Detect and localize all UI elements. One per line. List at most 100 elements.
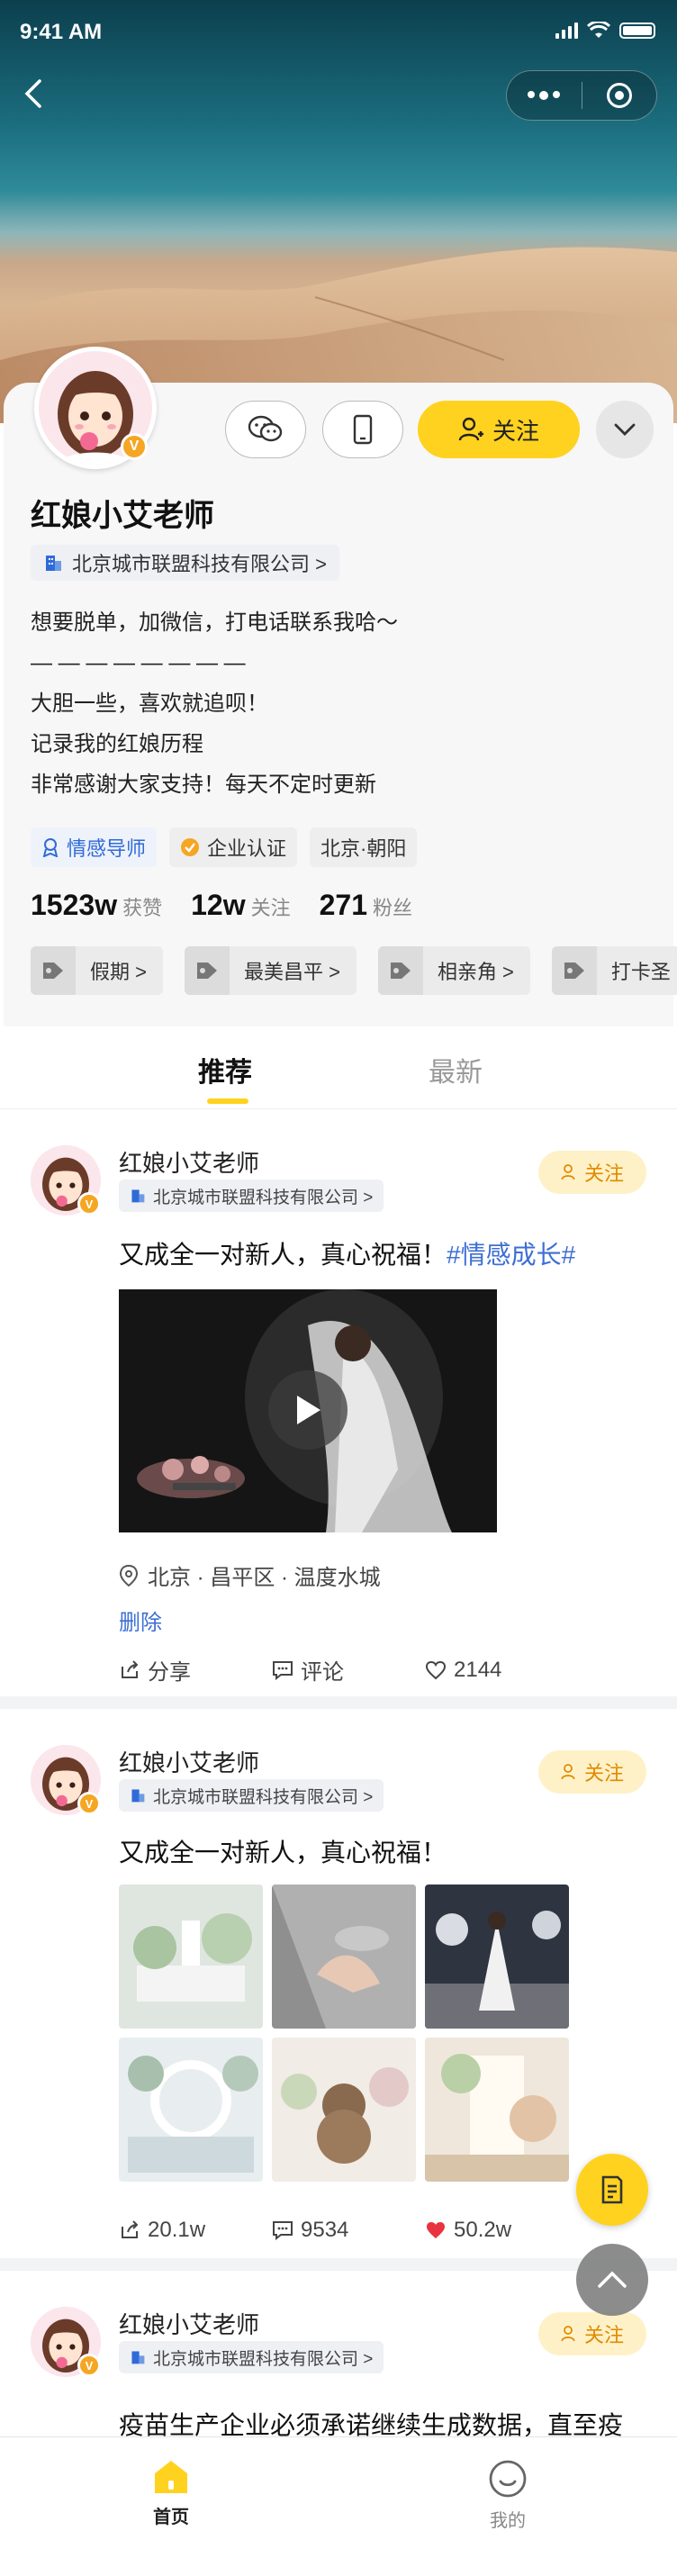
post-text: 又成全一对新人，真心祝福！ [119,1839,447,1866]
more-dropdown-button[interactable] [596,401,654,458]
tag-icon [551,946,597,995]
nav-mine[interactable]: 我的 [454,2459,562,2532]
phone-icon [353,414,373,445]
follow-button[interactable]: 关注 [538,2312,646,2355]
topic-item[interactable]: 最美昌平 > [184,946,357,995]
wedding-photo[interactable] [272,2038,416,2182]
play-icon[interactable] [268,1370,348,1450]
profile-stats: 1523w 获赞 12w 关注 271 粉丝 [31,889,412,922]
building-icon [46,556,61,571]
author-name[interactable]: 红娘小艾老师 [119,1745,259,1778]
tag-icon [377,946,423,995]
comment-icon [273,2221,293,2240]
document-edit-icon [601,2175,623,2204]
home-icon [155,2461,187,2493]
post-actions: 分享 评论 2144 [119,1654,501,1686]
verified-badge-icon: V [121,433,148,460]
post-divider [0,2258,677,2271]
wechat-button[interactable] [225,401,306,458]
follow-button[interactable]: 关注 [538,1750,646,1794]
topic-item[interactable]: 打卡圣 [551,946,677,995]
like-button[interactable]: 50.2w [425,2218,511,2243]
post-location[interactable]: 北京 · 昌平区 · 温度水城 [119,1559,381,1591]
wedding-photo[interactable] [119,2038,263,2182]
nav-home[interactable]: 首页 [117,2459,225,2528]
like-button[interactable]: 2144 [425,1654,501,1686]
content-tabs: 推荐 最新 [0,1026,677,1109]
post-text: 又成全一对新人，真心祝福！#情感成长# [119,1241,576,1269]
tab-latest[interactable]: 最新 [429,1050,483,1089]
post-video[interactable] [119,1289,497,1532]
verified-badge-icon: V [77,2354,101,2377]
share-button[interactable]: 20.1w [119,2218,272,2243]
hashtag-link[interactable]: #情感成长# [447,1241,575,1269]
wedding-photo[interactable] [425,1885,569,2029]
follow-button[interactable]: 关注 [538,1151,646,1194]
phone-button[interactable] [322,401,403,458]
company-link[interactable]: 北京城市联盟科技有限公司 > [119,1779,384,1812]
topic-item[interactable]: 假期 > [31,946,163,995]
company-link[interactable]: 北京城市联盟科技有限公司 > [31,545,339,581]
company-name: 北京城市联盟科技有限公司 > [72,553,327,575]
share-button[interactable]: 分享 [119,1654,272,1686]
status-icons [555,22,655,40]
follow-button[interactable]: 关注 [418,401,580,458]
battery-icon [619,23,655,39]
status-bar: 9:41 AM [0,0,677,63]
mini-program-capsule [506,70,657,121]
add-user-icon [561,1764,575,1780]
more-dots-icon[interactable] [507,91,582,100]
tag-icon [184,946,230,995]
share-icon [122,2220,139,2238]
profile-bio: 想要脱单，加微信，打电话联系我哈～ — — — — — — — — 大胆一些，喜… [31,610,398,797]
post-actions: 20.1w 9534 50.2w [119,2218,511,2243]
author-name[interactable]: 红娘小艾老师 [119,2307,259,2340]
chevron-up-icon [598,2271,627,2288]
profile-name: 红娘小艾老师 [31,499,214,533]
company-link[interactable]: 北京城市联盟科技有限公司 > [119,1180,384,1212]
active-tab-indicator [207,1098,248,1104]
comment-icon [273,1660,293,1680]
tag-icon [31,946,76,995]
profile-tags: 情感导师 企业认证 北京·朝阳 [31,827,418,867]
add-user-icon [561,2326,575,2342]
comment-button[interactable]: 评论 [272,1654,425,1686]
photo-grid [119,1885,569,2182]
wedding-photo[interactable] [119,1885,263,2029]
add-user-icon [561,1164,575,1180]
tab-recommend[interactable]: 推荐 [198,1050,252,1089]
building-icon [131,1789,145,1803]
follow-label: 关注 [492,417,539,445]
heart-icon [425,1660,447,1679]
publish-button[interactable] [576,2154,648,2226]
post-text: 疫苗生产企业必须承诺继续生成数据，直至疫 [119,2411,624,2436]
profile-card: V 关注 红娘小艾老师 北京城市联盟科技有限公司 > 想要脱单，加微信，打电话联… [4,347,677,1031]
wifi-icon [587,22,610,38]
bottom-nav: 首页 我的 [0,2436,677,2576]
building-icon [131,2351,145,2364]
tag-mentor: 情感导师 [31,827,158,867]
signal-icon [555,23,578,39]
delete-link[interactable]: 删除 [119,1604,162,1636]
stat-fans[interactable]: 271 粉丝 [320,889,412,922]
share-icon [122,1659,139,1678]
topic-list: 假期 > 最美昌平 > 相亲角 > 打卡圣 [31,946,677,995]
wedding-photo[interactable] [425,2038,569,2182]
stat-following[interactable]: 12w 关注 [191,889,291,922]
back-to-top-button[interactable] [576,2244,648,2316]
stat-likes[interactable]: 1523w 获赞 [31,889,162,922]
back-arrow-icon[interactable] [20,76,47,112]
company-link[interactable]: 北京城市联盟科技有限公司 > [119,2341,384,2373]
tag-location: 北京·朝阳 [310,827,418,867]
topic-item[interactable]: 相亲角 > [377,946,530,995]
verified-check-icon [181,838,200,856]
badge-icon [42,838,59,857]
close-target-icon[interactable] [582,83,657,108]
post-card: V 红娘小艾老师 北京城市联盟科技有限公司 > 关注 又成全一对新人，真心祝福！… [4,1709,673,2249]
wechat-icon [248,415,283,442]
wedding-photo[interactable] [272,1885,416,2029]
comment-button[interactable]: 9534 [272,2218,425,2243]
author-name[interactable]: 红娘小艾老师 [119,1145,259,1179]
location-pin-icon [119,1564,139,1586]
smiley-user-icon [489,2460,527,2498]
